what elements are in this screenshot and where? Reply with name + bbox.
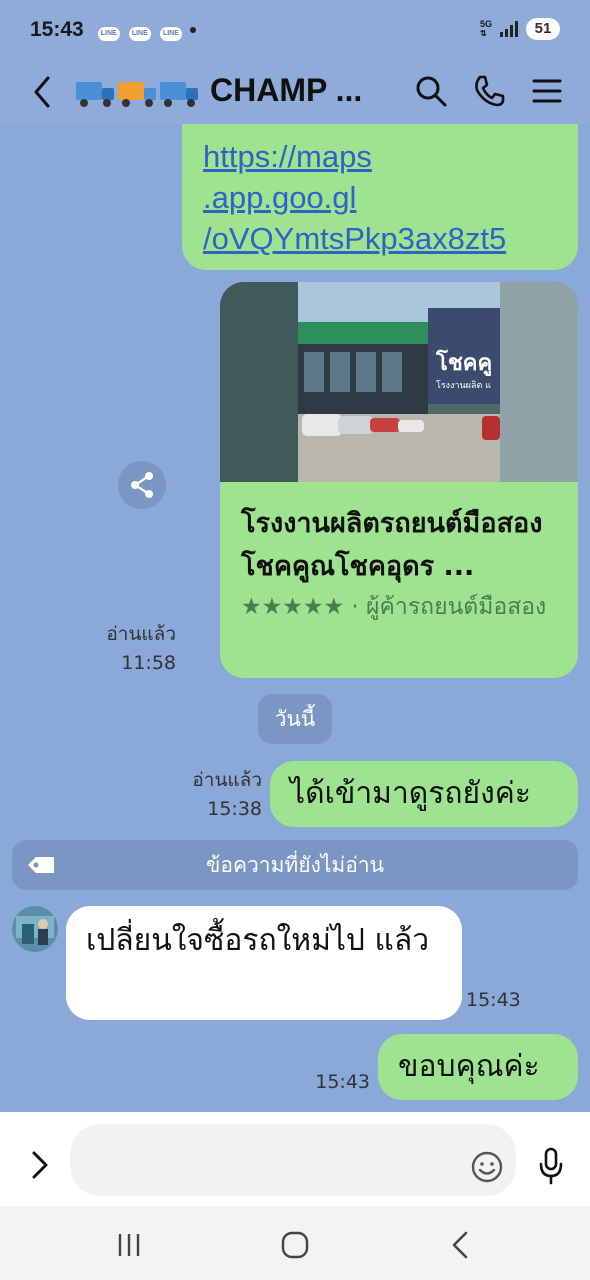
link-preview-card[interactable]: โชคคู โรงงานผลิต แ โรงงานผลิตรถยนต์มือสอ… [220,282,578,678]
message-time: 11:58 [121,652,176,674]
link-text-line[interactable]: https://maps [203,136,578,177]
message-meta: อ่านแล้ว 11:58 [80,620,176,678]
phone-icon[interactable] [472,74,506,108]
message-time: 15:38 [207,798,262,820]
read-receipt: อ่านแล้ว [192,769,262,791]
chat-area[interactable]: https://maps .app.goo.gl /oVQYmtsPkp3ax8… [0,124,590,1112]
dealership-photo: โชคคู โรงงานผลิต แ [220,282,578,482]
link-message-bubble[interactable]: https://maps .app.goo.gl /oVQYmtsPkp3ax8… [182,124,578,270]
line-app-icon: LINE [97,26,120,41]
message-input-bar [0,1112,590,1206]
sign-text: โชคคู [435,349,492,377]
sign-subtext: โรงงานผลิต แ [436,380,491,391]
recent-apps-icon[interactable] [112,1228,146,1262]
message-time: 15:43 [315,1071,370,1093]
back-nav-icon[interactable] [444,1228,478,1262]
card-title[interactable]: โรงงานผลิตรถยนต์มือสอง โชคคูณโชคอุดร ... [241,502,571,588]
share-icon[interactable] [118,461,166,509]
message-text: ได้เข้ามาดูรถยังค่ะ [290,776,531,811]
battery-indicator: 51 [526,18,560,40]
status-right: 5G ⇅ 51 [480,18,560,40]
notification-dot-icon [189,27,196,33]
status-bar: 15:43 LINE LINE LINE 5G ⇅ 51 [0,0,590,60]
back-icon[interactable] [28,72,58,112]
incoming-message-bubble[interactable]: เปลี่ยนใจซื้อรถใหม่ไป แล้ว [66,906,462,1020]
read-receipt: อ่านแล้ว [106,623,176,645]
trucks-emoji-icon [76,82,198,107]
chat-header: CHAMP ... [0,60,590,124]
message-time: 15:43 [466,989,521,1011]
outgoing-message-bubble[interactable]: ได้เข้ามาดูรถยังค่ะ [270,761,578,827]
status-time: 15:43 [30,18,84,41]
search-icon[interactable] [414,74,448,108]
tag-icon [28,857,54,873]
link-text-line[interactable]: /oVQYmtsPkp3ax8zt5 [203,218,578,259]
message-input[interactable] [70,1124,516,1196]
rating-stars: ★★★★★ [241,594,345,620]
date-separator: วันนี้ [258,694,332,744]
menu-icon[interactable] [530,74,564,108]
line-notification-icons: LINE LINE LINE [94,20,182,41]
line-app-icon: LINE [159,26,182,41]
unread-label: ข้อความที่ยังไม่อ่าน [205,853,384,877]
microphone-icon[interactable] [536,1146,566,1186]
line-app-icon: LINE [128,26,151,41]
chat-title[interactable]: CHAMP ... [210,72,362,109]
contact-avatar[interactable] [12,906,58,952]
home-icon[interactable] [278,1228,312,1262]
message-text: เปลี่ยนใจซื้อรถใหม่ไป แล้ว [86,923,430,958]
unread-divider: ข้อความที่ยังไม่อ่าน [12,840,578,890]
system-nav-bar [0,1206,590,1280]
card-category: · ผู้ค้ารถยนต์มือสอง [344,594,547,620]
message-text: ขอบคุณค่ะ [398,1049,540,1084]
message-meta: อ่านแล้ว 15:38 [170,766,262,824]
signal-icon [500,21,518,37]
emoji-icon[interactable] [470,1150,504,1184]
card-subtitle: ★★★★★ · ผู้ค้ารถยนต์มือสอง [241,588,571,626]
link-text-line[interactable]: .app.goo.gl [203,177,578,218]
chevron-right-icon[interactable] [28,1148,52,1182]
outgoing-message-bubble[interactable]: ขอบคุณค่ะ [378,1034,578,1100]
network-type: 5G ⇅ [479,19,492,39]
